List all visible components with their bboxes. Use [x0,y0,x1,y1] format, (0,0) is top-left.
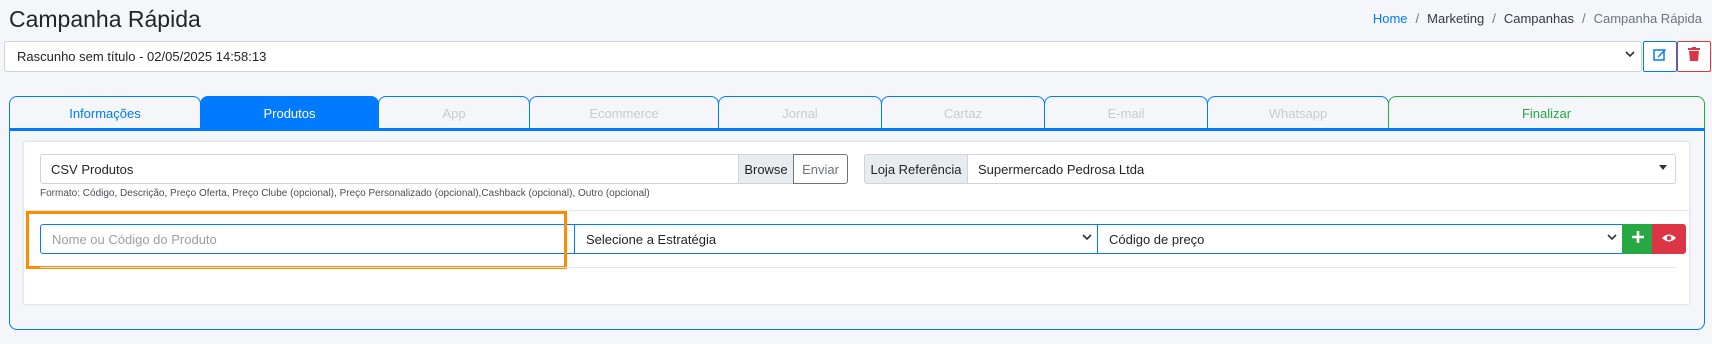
tab-app[interactable]: App [378,96,530,129]
product-search-input[interactable]: Nome ou Código do Produto [40,224,575,254]
chevron-down-icon [1607,232,1617,245]
tab-ecommerce[interactable]: Ecommerce [529,96,719,129]
tab-finalizar[interactable]: Finalizar [1388,96,1705,129]
caret-down-icon [1659,164,1667,173]
draft-select[interactable]: Rascunho sem título - 02/05/2025 14:58:1… [4,41,1642,72]
store-select-value: Supermercado Pedrosa Ltda [978,162,1145,177]
tab-cartaz[interactable]: Cartaz [881,96,1045,129]
divider [40,267,1676,268]
trash-icon [1688,47,1700,66]
edit-icon [1653,47,1667,66]
csv-file-input[interactable]: CSV Produtos [40,154,739,184]
browse-button[interactable]: Browse [738,154,794,184]
tab-produtos[interactable]: Produtos [200,96,379,129]
strategy-select-value: Selecione a Estratégia [586,232,717,247]
tab-jornal[interactable]: Jornal [718,96,882,129]
breadcrumb-separator: / [1581,11,1586,26]
breadcrumb-current: Campanha Rápida [1593,11,1702,26]
add-product-button[interactable] [1622,224,1653,254]
breadcrumb-marketing[interactable]: Marketing [1427,11,1484,26]
price-code-select-value: Código de preço [1109,232,1205,247]
breadcrumb-campanhas[interactable]: Campanhas [1504,11,1574,26]
breadcrumb-home[interactable]: Home [1373,11,1408,26]
view-products-button[interactable] [1652,224,1686,254]
tab-informacoes[interactable]: Informações [9,96,201,129]
edit-draft-button[interactable] [1643,41,1677,72]
store-select[interactable]: Supermercado Pedrosa Ltda [967,154,1676,184]
chevron-down-icon [1082,232,1092,245]
plus-icon [1631,230,1644,248]
csv-format-help: Formato: Código, Descrição, Preço Oferta… [40,188,650,199]
draft-select-value: Rascunho sem título - 02/05/2025 14:58:1… [17,49,267,64]
divider [24,210,1689,211]
store-label: Loja Referência [864,154,968,184]
products-card: CSV Produtos Browse Enviar Loja Referênc… [23,141,1690,305]
delete-draft-button[interactable] [1677,41,1711,72]
page-title: Campanha Rápida [9,6,201,32]
wizard-tabs: Informações Produtos App Ecommerce Jorna… [9,96,1705,129]
tab-email[interactable]: E-mail [1044,96,1208,129]
strategy-select[interactable]: Selecione a Estratégia [574,224,1098,254]
send-csv-button[interactable]: Enviar [793,154,848,184]
breadcrumb: Home / Marketing / Campanhas / Campanha … [1373,11,1702,26]
breadcrumb-separator: / [1415,11,1420,26]
tab-content: CSV Produtos Browse Enviar Loja Referênc… [9,128,1705,330]
chevron-down-icon [1625,49,1635,62]
tab-whatsapp[interactable]: Whatsapp [1207,96,1389,129]
eye-icon [1662,230,1676,248]
breadcrumb-separator: / [1492,11,1496,26]
price-code-select[interactable]: Código de preço [1097,224,1623,254]
